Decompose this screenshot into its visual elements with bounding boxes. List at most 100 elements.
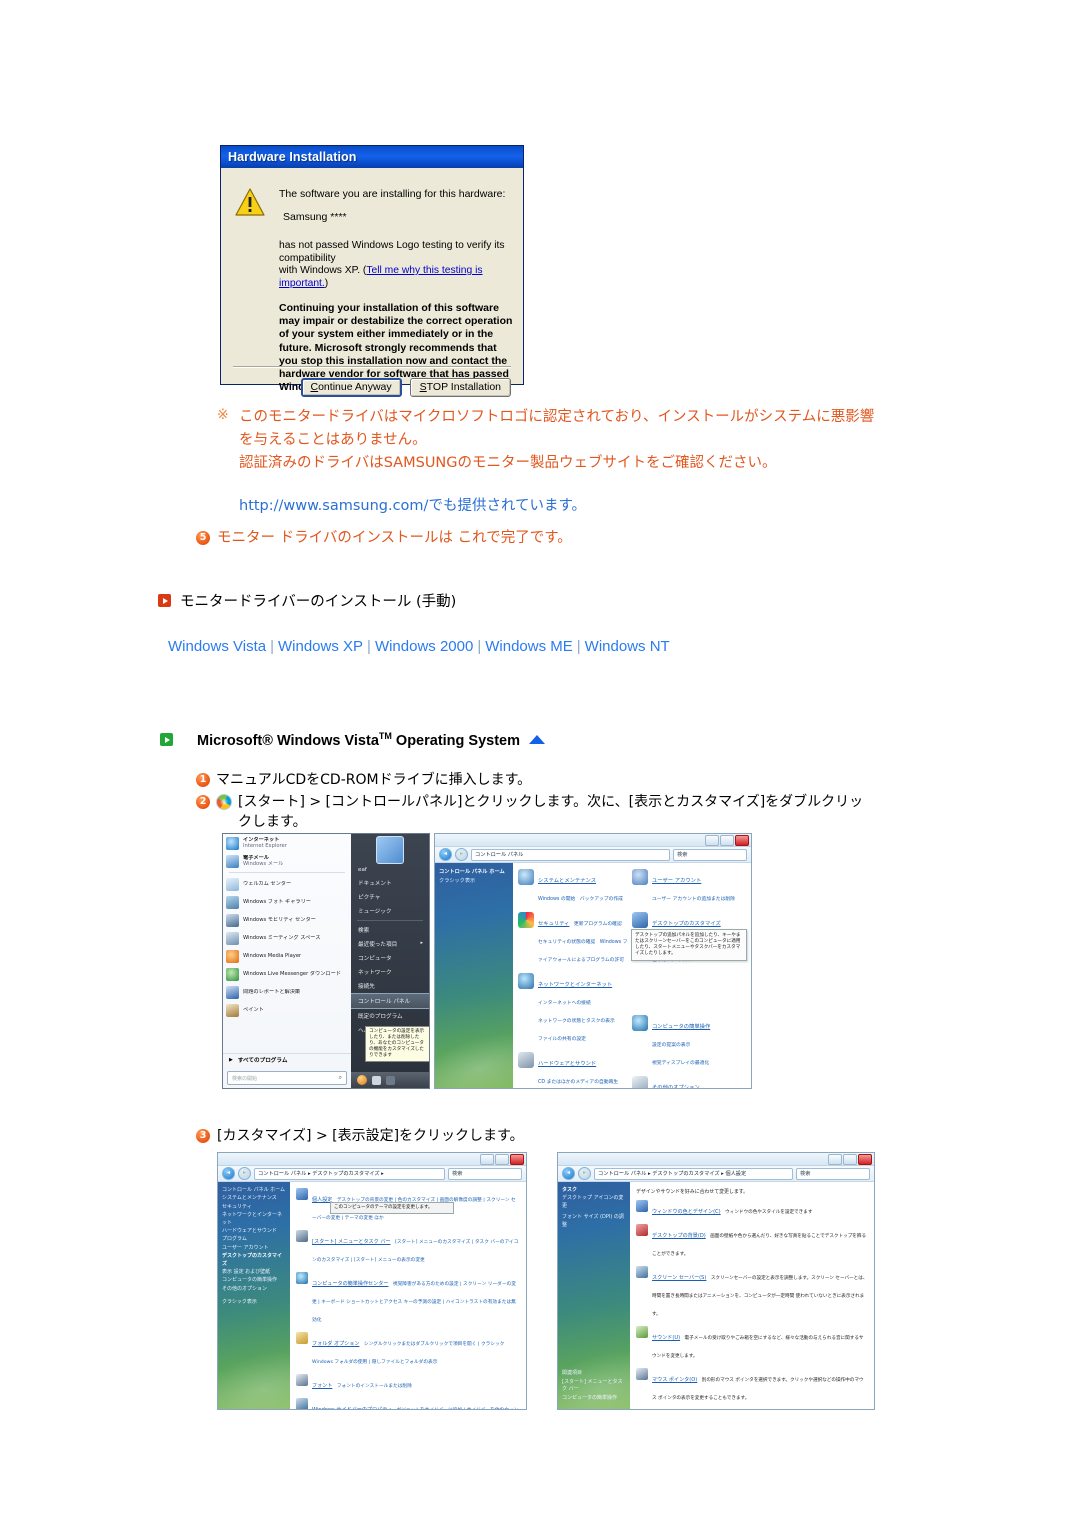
all-programs-button[interactable]: ▶ すべてのプログラム [223,1053,351,1066]
internet-explorer-icon [226,836,239,850]
cp-address-input[interactable]: コントロール パネル [471,848,670,861]
start-menu-item-problem-reports[interactable]: 問題のレポートと解決策 [223,983,351,1001]
samsung-url-text[interactable]: http://www.samsung.com/でも提供されています。 [239,495,897,517]
cp-category-security[interactable]: セキュリティ 更新プログラムの確認 セキュリティの状態の確認 Windows フ… [518,912,632,966]
step-2-text: [スタート] > [コントロールパネル]とクリックします。次に、[表示とカスタマ… [238,794,864,830]
pzr-row-1-title: デスクトップの背景(D) [652,1233,706,1239]
start-menu-item-paint[interactable]: ペイント [223,1001,351,1019]
start-menu-item-internet[interactable]: インターネット Internet Explorer [223,834,351,852]
continue-anyway-button[interactable]: CContinue Anywayontinue Anyway [300,378,402,397]
close-icon[interactable] [858,1153,872,1165]
cp-category-user-accounts[interactable]: ユーザー アカウント ユーザー アカウントの追加または削除 [632,869,746,905]
pzr-row-mouse-pointer[interactable]: マウス ポインタ(O) 別の形のマウス ポインタを選択できます。クリックや選択な… [636,1368,868,1404]
minimize-icon[interactable] [480,1153,494,1165]
pzl-row-folder-options[interactable]: フォルダ オプション シングルクリックまたはダブルクリックで項目を開く | クラ… [296,1332,520,1368]
pzr-row-desktop-background[interactable]: デスクトップの背景(D) 画面の壁紙や色から選んだり、好きな写真を貼ることでデス… [636,1224,868,1260]
forward-icon[interactable]: ▸ [238,1167,251,1180]
pzl-row-1-title: [スタート] メニューとタスク バー [312,1239,391,1245]
pzl-nav-2[interactable]: セキュリティ [222,1204,286,1211]
dialog-title: Hardware Installation [228,150,357,164]
os-link-windows-2000[interactable]: Windows 2000 [375,638,473,655]
start-menu-item-welcome-center[interactable]: ウェルカム センター [223,875,351,893]
cp-category-hardware[interactable]: ハードウェアとサウンド CD またはほかのメディアの自動再生 プリンタ マウス [518,1052,632,1088]
cp-search-input[interactable]: 検索 [673,848,747,861]
os-link-windows-vista[interactable]: Windows Vista [168,638,266,655]
user-avatar[interactable] [376,836,404,864]
pzr-nav-adjust-font-size[interactable]: フォント サイズ (DPI) の調整 [562,1214,626,1229]
minimize-icon[interactable] [705,834,719,846]
cp-category-system[interactable]: システムとメンテナンス Windows の開始 バックアップの作成 [518,869,632,905]
pzl-nav-0[interactable]: コントロール パネル ホーム [222,1187,286,1194]
maximize-icon[interactable] [495,1153,509,1165]
power-button-icon[interactable] [357,1075,367,1085]
os-link-windows-xp[interactable]: Windows XP [278,638,363,655]
start-menu-item-live-messenger[interactable]: Windows Live Messenger ダウンロード [223,965,351,983]
all-programs-arrow-icon: ▶ [229,1057,233,1063]
shutdown-options-arrow-icon[interactable] [386,1075,395,1085]
start-menu-item-meeting-space[interactable]: Windows ミーティング スペース [223,929,351,947]
pzl-nav-4[interactable]: ハードウェアとサウンド [222,1228,286,1235]
cp-category-ease-of-access[interactable]: コンピュータの簡単操作 設定の提案の表示 視覚ディスプレイの最適化 [632,1015,746,1069]
cp-nav-home[interactable]: コントロール パネル ホーム [439,868,509,876]
close-icon[interactable] [735,834,749,846]
pzl-row-ease-of-access[interactable]: コンピュータの簡単操作センター 視覚障害がある方のための設定 | スクリーン リ… [296,1272,520,1326]
start-right-item-computer[interactable]: コンピュータ [351,951,429,965]
back-icon[interactable]: ◂ [439,848,452,861]
up-triangle-icon[interactable] [529,735,546,745]
start-right-item-music[interactable]: ミュージック [351,904,429,918]
start-right-item-documents[interactable]: ドキュメント [351,876,429,890]
start-menu-item-email[interactable]: 電子メール Windows メール [223,852,351,870]
pzl-nav-5[interactable]: プログラム [222,1236,286,1243]
pzl-nav-3[interactable]: ネットワークとインターネット [222,1212,286,1227]
start-right-item-control-panel[interactable]: コントロール パネル [351,993,429,1009]
pzr-address-input[interactable]: コントロール パネル ▸ デスクトップのカスタマイズ ▸ 個人設定 [594,1167,793,1180]
windows-start-orb-icon [216,794,232,810]
pzl-nav-9[interactable]: コンピュータの簡単操作 [222,1277,286,1284]
forward-icon[interactable]: ▸ [455,848,468,861]
close-icon[interactable] [510,1153,524,1165]
maximize-icon[interactable] [843,1153,857,1165]
cp-category-other-options[interactable]: その他のオプション [632,1076,746,1088]
start-right-item-0[interactable]: eaf [351,864,429,876]
pzl-row-start-menu[interactable]: [スタート] メニューとタスク バー [スタート] メニューのカスタマイズ | … [296,1230,520,1266]
pzr-row-sounds[interactable]: サウンド(U) 電子メールの受け取りやごみ箱を空にするなど、様々な活動の与えられ… [636,1326,868,1362]
pzr-nav-change-desktop-icons[interactable]: デスクトップ アイコンの変更 [562,1195,626,1210]
pzr-search-input[interactable]: 検索 [796,1167,870,1180]
pzl-nav-10[interactable]: その他のオプション [222,1286,286,1293]
start-right-item-recent[interactable]: 最近使った項目 ▸ [351,937,429,951]
pzl-nav-11[interactable]: クラシック表示 [222,1299,286,1306]
back-icon[interactable]: ◂ [562,1167,575,1180]
pzl-nav-6[interactable]: ユーザー アカウント [222,1245,286,1252]
control-panel-screenshot: ◂ ▸ コントロール パネル 検索 コントロール パネル ホーム クラシック表示… [434,833,752,1089]
os-link-windows-me[interactable]: Windows ME [485,638,573,655]
pzl-nav-8[interactable]: 表示 設定 および壁紙 [222,1269,286,1276]
start-menu-search-input[interactable]: 検索の開始 ⌕ [227,1071,347,1085]
pzl-row-sidebar[interactable]: Windows サイドバーのプロパティ ガジェットをサイドバーに追加 | サイド… [296,1398,520,1409]
start-right-item-search[interactable]: 検索 [351,923,429,937]
start-menu-item-photo-gallery[interactable]: Windows フォト ギャラリー [223,893,351,911]
pzr-see-also-link-1[interactable]: [スタート] メニューとタスク バー [562,1379,626,1394]
pzl-search-input[interactable]: 検索 [448,1167,522,1180]
back-icon[interactable]: ◂ [222,1167,235,1180]
pzr-see-also-link-2[interactable]: コンピュータの簡単操作 [562,1395,626,1402]
start-menu-item-mobility-center[interactable]: Windows モビリティ センター [223,911,351,929]
forward-icon[interactable]: ▸ [578,1167,591,1180]
lock-button-icon[interactable] [372,1075,381,1085]
cp-category-network[interactable]: ネットワークとインターネット インターネットへの接続 ネットワークの状態とタスク… [518,973,632,1045]
start-menu-item-media-player[interactable]: Windows Media Player [223,947,351,965]
cp-nav-classic-view[interactable]: クラシック表示 [439,877,509,885]
start-right-item-default-programs[interactable]: 既定のプログラム [351,1009,429,1023]
pzr-row-screen-saver[interactable]: スクリーン セーバー(S) スクリーンセーバーの設定と表示を調整します。スクリー… [636,1266,868,1320]
minimize-icon[interactable] [828,1153,842,1165]
pzl-row-fonts[interactable]: フォント フォントのインストールまたは削除 [296,1374,520,1392]
start-right-item-connect-to[interactable]: 接続先 [351,979,429,993]
pzl-address-input[interactable]: コントロール パネル ▸ デスクトップのカスタマイズ ▸ [254,1167,445,1180]
pzl-nav-1[interactable]: システムとメンテナンス [222,1195,286,1202]
start-right-item-network[interactable]: ネットワーク [351,965,429,979]
maximize-icon[interactable] [720,834,734,846]
stop-installation-button[interactable]: SSTOP InstallationTOP Installation [409,378,511,397]
start-right-item-pictures[interactable]: ピクチャ [351,890,429,904]
pzr-row-window-color[interactable]: ウィンドウの色とデザイン(C) ウィンドウの色やスタイルを設定できます [636,1200,868,1218]
os-link-windows-nt[interactable]: Windows NT [585,638,670,655]
pzl-nav-7-selected[interactable]: デスクトップのカスタマイズ [222,1253,286,1268]
